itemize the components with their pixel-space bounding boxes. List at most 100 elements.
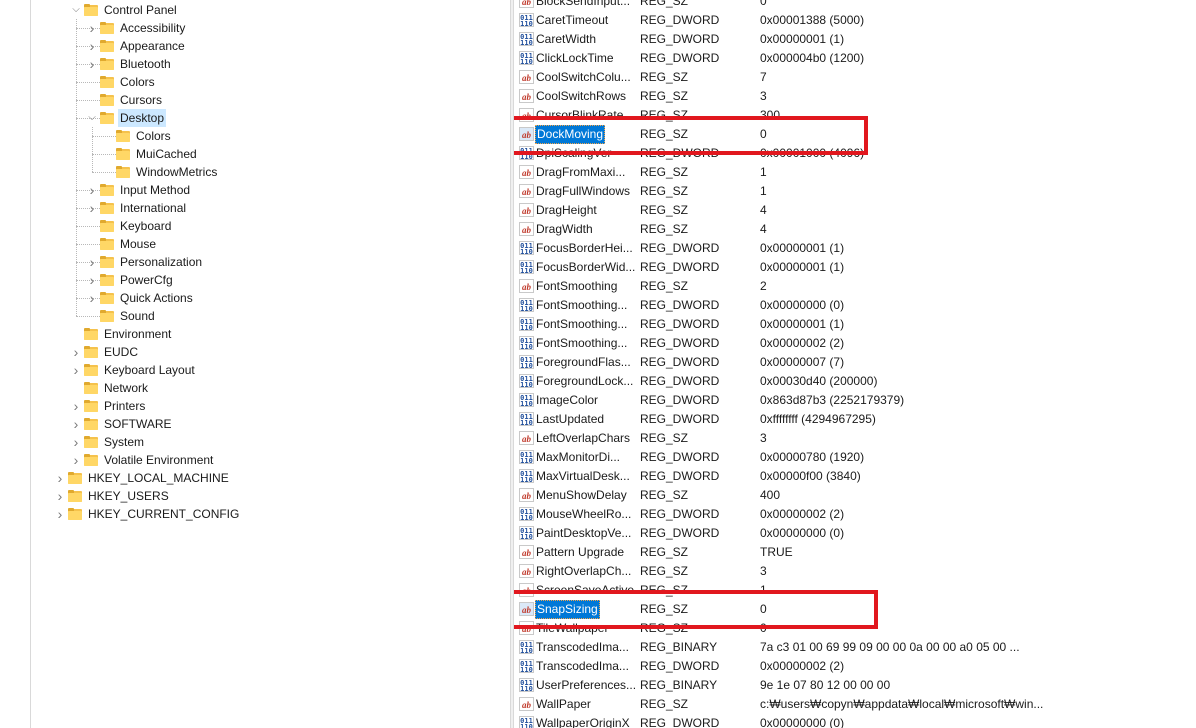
value-row[interactable]: 011 110 ClickLockTime REG_DWORD 0x000004b0 (…	[514, 49, 1196, 68]
chevron-right-icon[interactable]: ›	[68, 361, 84, 379]
tree-item[interactable]: › PowerCfg	[84, 271, 175, 289]
tree-item[interactable]: › HKEY_LOCAL_MACHINE	[52, 469, 231, 487]
tree-item[interactable]: Network	[68, 379, 150, 397]
tree-item[interactable]: Sound	[84, 307, 157, 325]
chevron-right-icon[interactable]: ›	[68, 433, 84, 451]
value-row[interactable]: ab DragWidth REG_SZ 4	[514, 220, 1196, 239]
tree-item[interactable]: › Input Method	[84, 181, 192, 199]
tree-item-label: Control Panel	[104, 3, 177, 17]
chevron-right-icon[interactable]: ›	[68, 343, 84, 361]
tree-item[interactable]: Mouse	[84, 235, 158, 253]
value-row[interactable]: ab LeftOverlapChars REG_SZ 3	[514, 429, 1196, 448]
value-row[interactable]: ab DragFromMaxi... REG_SZ 1	[514, 163, 1196, 182]
value-row[interactable]: 011 110 TranscodedIma... REG_BINARY 7a c3 01…	[514, 638, 1196, 657]
chevron-right-icon[interactable]: ›	[84, 37, 100, 55]
tree-item[interactable]: Keyboard	[84, 217, 173, 235]
tree-item[interactable]: MuiCached	[100, 145, 199, 163]
tree-item[interactable]: Colors	[84, 73, 157, 91]
value-row[interactable]: 011 110 UserPreferences... REG_BINARY 9e 1e …	[514, 676, 1196, 695]
tree-item-label: Network	[104, 381, 149, 395]
binary-icon: 011 110	[519, 374, 534, 389]
chevron-right-icon[interactable]: ›	[68, 415, 84, 433]
tree-item[interactable]: ⌵ Desktop	[84, 109, 167, 127]
tree-item-label: HKEY_USERS	[88, 489, 169, 503]
tree-item[interactable]: Colors	[100, 127, 173, 145]
tree-item[interactable]: WindowMetrics	[100, 163, 219, 181]
value-data: 1	[760, 165, 767, 179]
value-name: PaintDesktopVe...	[536, 526, 632, 540]
value-row[interactable]: 011 110 MaxVirtualDesk... REG_DWORD 0x00000f…	[514, 467, 1196, 486]
chevron-right-icon[interactable]: ›	[84, 19, 100, 37]
value-row[interactable]: ab BlockSendInput... REG_SZ 0	[514, 0, 1196, 11]
chevron-right-icon[interactable]: ›	[84, 181, 100, 199]
value-row[interactable]: 011 110 FocusBorderWid... REG_DWORD 0x000000…	[514, 258, 1196, 277]
binary-icon: 011 110	[519, 336, 534, 351]
value-row[interactable]: ab Pattern Upgrade REG_SZ TRUE	[514, 543, 1196, 562]
value-row[interactable]: 011 110 FontSmoothing... REG_DWORD 0x0000000…	[514, 315, 1196, 334]
value-row[interactable]: 011 110 ForegroundFlas... REG_DWORD 0x000000…	[514, 353, 1196, 372]
value-row[interactable]: 011 110 FontSmoothing... REG_DWORD 0x0000000…	[514, 334, 1196, 353]
value-data: 4	[760, 203, 767, 217]
chevron-right-icon[interactable]: ›	[52, 505, 68, 523]
value-type: REG_SZ	[640, 488, 689, 502]
value-row[interactable]: 011 110 PaintDesktopVe... REG_DWORD 0x000000…	[514, 524, 1196, 543]
value-row[interactable]: ab DragFullWindows REG_SZ 1	[514, 182, 1196, 201]
value-row[interactable]: ab CoolSwitchRows REG_SZ 3	[514, 87, 1196, 106]
value-row[interactable]: 011 110 ImageColor REG_DWORD 0x863d87b3 (225…	[514, 391, 1196, 410]
value-row[interactable]: 011 110 CaretTimeout REG_DWORD 0x00001388 (5…	[514, 11, 1196, 30]
value-row[interactable]: ab CoolSwitchColu... REG_SZ 7	[514, 68, 1196, 87]
value-row[interactable]: 011 110 FontSmoothing... REG_DWORD 0x0000000…	[514, 296, 1196, 315]
tree-item[interactable]: › HKEY_CURRENT_CONFIG	[52, 505, 241, 523]
tree-item-label: Personalization	[120, 255, 203, 269]
tree-item[interactable]: ⌵ Control Panel	[68, 1, 179, 19]
tree-item[interactable]: › HKEY_USERS	[52, 487, 171, 505]
tree-item[interactable]: › Personalization	[84, 253, 204, 271]
value-type: REG_DWORD	[640, 298, 720, 312]
binary-icon: 011 110	[519, 469, 534, 484]
value-type: REG_DWORD	[640, 32, 720, 46]
value-row[interactable]: ab RightOverlapCh... REG_SZ 3	[514, 562, 1196, 581]
chevron-right-icon[interactable]: ›	[52, 487, 68, 505]
chevron-right-icon[interactable]: ›	[84, 55, 100, 73]
tree-item[interactable]: › Printers	[68, 397, 147, 415]
tree-item[interactable]: › Volatile Environment	[68, 451, 215, 469]
value-name: BlockSendInput...	[536, 0, 631, 8]
chevron-right-icon[interactable]: ›	[84, 271, 100, 289]
tree-item[interactable]: › Keyboard Layout	[68, 361, 197, 379]
value-name: CoolSwitchColu...	[536, 70, 631, 84]
value-row[interactable]: 011 110 ForegroundLock... REG_DWORD 0x00030d…	[514, 372, 1196, 391]
value-row[interactable]: 011 110 CaretWidth REG_DWORD 0x00000001 (1)	[514, 30, 1196, 49]
tree-item[interactable]: › Appearance	[84, 37, 187, 55]
chevron-right-icon[interactable]: ›	[68, 451, 84, 469]
chevron-down-icon[interactable]: ⌵	[68, 1, 84, 19]
chevron-right-icon[interactable]: ›	[84, 289, 100, 307]
value-name: FocusBorderWid...	[536, 260, 636, 274]
tree-item[interactable]: Environment	[68, 325, 173, 343]
tree-item[interactable]: › Bluetooth	[84, 55, 173, 73]
chevron-right-icon[interactable]: ›	[84, 253, 100, 271]
tree-item[interactable]: › System	[68, 433, 146, 451]
chevron-right-icon[interactable]: ›	[52, 469, 68, 487]
chevron-right-icon[interactable]: ›	[68, 397, 84, 415]
value-row[interactable]: ab MenuShowDelay REG_SZ 400	[514, 486, 1196, 505]
value-row[interactable]: ab WallPaper REG_SZ c:₩users₩copyn₩appdata₩…	[514, 695, 1196, 714]
value-row[interactable]: 011 110 MouseWheelRo... REG_DWORD 0x00000002…	[514, 505, 1196, 524]
chevron-right-icon[interactable]: ›	[84, 199, 100, 217]
value-row[interactable]: 011 110 FocusBorderHei... REG_DWORD 0x000000…	[514, 239, 1196, 258]
tree-item[interactable]: › Accessibility	[84, 19, 187, 37]
tree-item[interactable]: › Quick Actions	[84, 289, 195, 307]
tree-item[interactable]: Cursors	[84, 91, 164, 109]
value-row[interactable]: 011 110 MaxMonitorDi... REG_DWORD 0x00000780…	[514, 448, 1196, 467]
tree-item[interactable]: › EUDC	[68, 343, 140, 361]
value-data: 400	[760, 488, 781, 502]
value-row[interactable]: 011 110 LastUpdated REG_DWORD 0xffffffff (42…	[514, 410, 1196, 429]
value-row[interactable]: 011 110 TranscodedIma... REG_DWORD 0x0000000…	[514, 657, 1196, 676]
chevron-down-icon[interactable]: ⌵	[84, 109, 100, 127]
value-row[interactable]: ab FontSmoothing REG_SZ 2	[514, 277, 1196, 296]
folder-icon	[84, 346, 98, 358]
tree-item[interactable]: › SOFTWARE	[68, 415, 174, 433]
value-row[interactable]: ab DragHeight REG_SZ 4	[514, 201, 1196, 220]
value-type: REG_SZ	[640, 222, 689, 236]
tree-item[interactable]: › International	[84, 199, 188, 217]
value-row[interactable]: 011 110 WallpaperOriginX REG_DWORD 0x0000000…	[514, 714, 1196, 728]
